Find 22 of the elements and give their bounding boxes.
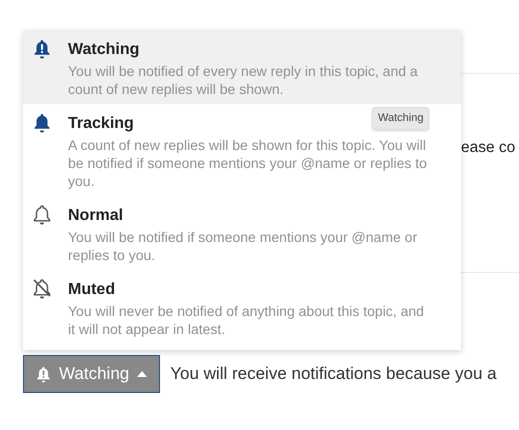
notification-reason: You will receive notifications because you a [170,363,497,386]
bell-exclamation-icon [36,366,51,382]
bell-slash-icon [33,279,51,299]
tooltip: Watching [372,107,430,130]
menu-item[interactable]: Tracking A count of new replies will be shown for this topic. You will be notified if someone mentions your @name or replies to you. Watching [23,104,461,196]
option-description: You will be notified of every new reply in this topic, and a count of new replies will be shown. [68,62,419,98]
bell-exclamation-icon [33,39,51,59]
menu-item[interactable]: Normal You will be notified if someone mentions your @name or replies to you. [23,196,461,270]
option-description: A count of new replies will be shown for this topic. You will be notified if someone mentions your @name or replies to you. [68,136,428,190]
bell-icon [33,113,51,133]
option-title: Normal [68,206,124,225]
option-title: Tracking [68,114,134,133]
body-text: ease co [461,138,516,158]
option-title: Muted [68,280,116,299]
menu-item[interactable]: Watching You will be notified of every new reply in this topic, and a count of new replies will be shown. [23,30,461,104]
menu-item[interactable]: Muted You will never be notified of anything about this topic, and it will not appear in latest. [23,270,461,344]
option-description: You will never be notified of anything about this topic, and it will not appear in latest. [68,302,425,338]
caret-icon [137,371,148,377]
option-title: Watching [68,40,140,59]
bell-icon [33,205,51,225]
option-description: You will be notified if someone mentions your @name or replies to you. [68,228,418,264]
notification-button[interactable]: Watching [23,355,160,393]
